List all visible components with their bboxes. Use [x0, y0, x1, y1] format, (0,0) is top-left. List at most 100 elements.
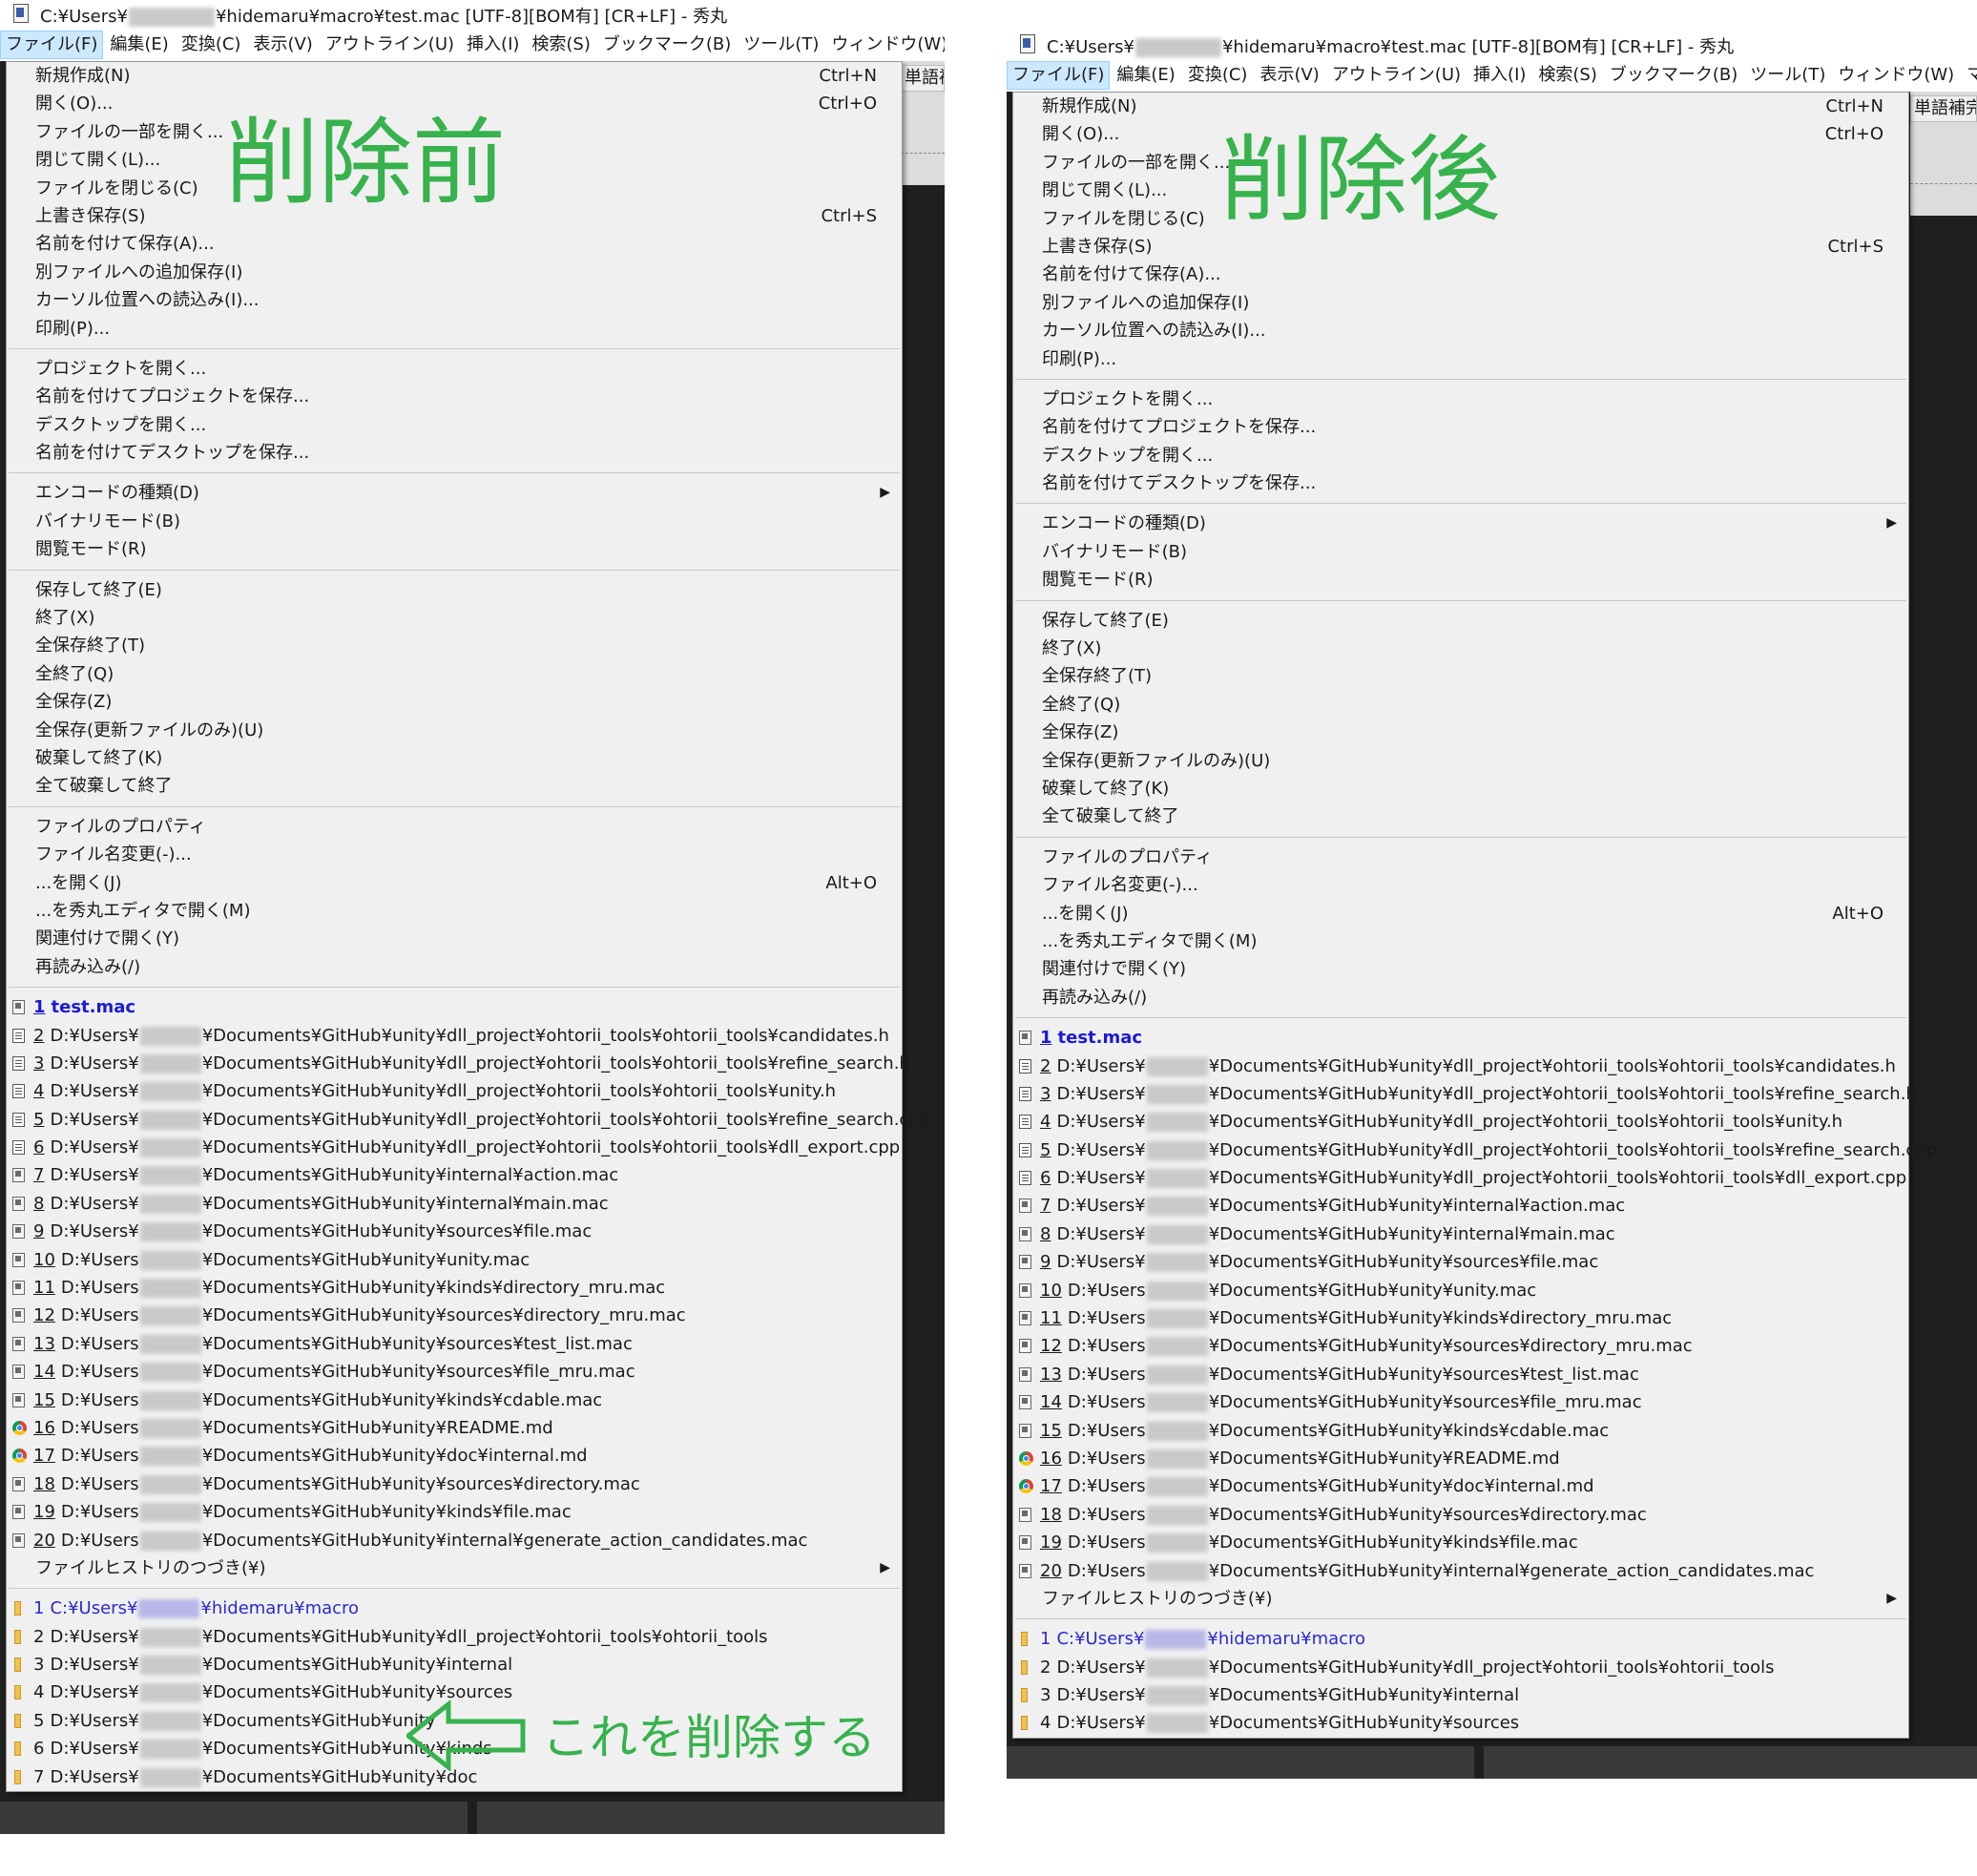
menu-item-3-1[interactable]: 終了(X) [7, 604, 902, 632]
menubar-item-5[interactable]: 挿入(I) [461, 31, 525, 59]
menubar-item-3[interactable]: 表示(V) [1254, 61, 1324, 90]
file-history-item[interactable]: 7 D:¥Users¥ ¥Documents¥GitHub¥unity¥intern… [7, 1161, 902, 1189]
menubar-item-0[interactable]: ファイル(F) [0, 31, 104, 59]
menu-item-1-2[interactable]: デスクトップを開く... [1013, 442, 1908, 469]
menu-item-4-1[interactable]: ファイル名変更(-)... [7, 841, 902, 868]
menu-item-3-5[interactable]: 全保存(更新ファイルのみ)(U) [1013, 747, 1908, 775]
menubar-item-1[interactable]: 編集(E) [1111, 61, 1180, 90]
menu-item-0-5[interactable]: 上書き保存(S) Ctrl+S [1013, 233, 1908, 261]
menu-item-4-2[interactable]: ...を開く(J) Alt+O [1013, 900, 1908, 928]
folder-history-item[interactable]: 2 D:¥Users¥ ¥Documents¥GitHub¥unity¥dll_pr… [1013, 1654, 1908, 1681]
menu-item-1-3[interactable]: 名前を付けてデスクトップを保存... [7, 439, 902, 467]
file-history-item[interactable]: 4 D:¥Users¥ ¥Documents¥GitHub¥unity¥dll_pr… [1013, 1108, 1908, 1136]
folder-history-item[interactable]: 1 C:¥Users¥ ¥hidemaru¥macro [7, 1595, 902, 1622]
menu-item-0-8[interactable]: カーソル位置への読込み(I)... [7, 286, 902, 314]
menubar-item-6[interactable]: 検索(S) [1532, 61, 1602, 90]
menu-item-4-0[interactable]: ファイルのプロパティ [7, 813, 902, 841]
menubar-item-2[interactable]: 変換(C) [176, 31, 247, 59]
menubar-item-9[interactable]: ウィンドウ(W) [825, 31, 945, 59]
file-history-item[interactable]: 9 D:¥Users¥ ¥Documents¥GitHub¥unity¥source… [7, 1218, 902, 1245]
menu-item-3-0[interactable]: 保存して終了(E) [1013, 607, 1908, 635]
file-history-item[interactable]: 12 D:¥Users ¥Documents¥GitHub¥unity¥source… [7, 1302, 902, 1329]
menubar-item-10[interactable]: マクロ(M) [1961, 61, 1977, 90]
file-history-item[interactable]: 15 D:¥Users ¥Documents¥GitHub¥unity¥kinds¥… [7, 1386, 902, 1414]
file-history-item[interactable]: 3 D:¥Users¥ ¥Documents¥GitHub¥unity¥dll_pr… [1013, 1080, 1917, 1108]
menu-item-3-5[interactable]: 全保存(更新ファイルのみ)(U) [7, 717, 902, 744]
file-history-item[interactable]: 20 D:¥Users ¥Documents¥GitHub¥unity¥intern… [7, 1527, 902, 1554]
file-history-item[interactable]: 10 D:¥Users ¥Documents¥GitHub¥unity¥unity.… [1013, 1277, 1908, 1304]
menu-item-3-7[interactable]: 全て破棄して終了 [7, 772, 902, 800]
menu-item-0-7[interactable]: 別ファイルへの追加保存(I) [7, 259, 902, 286]
menu-item-4-3[interactable]: ...を秀丸エディタで開く(M) [1013, 928, 1908, 955]
menu-item-0-8[interactable]: カーソル位置への読込み(I)... [1013, 317, 1908, 344]
file-history-item[interactable]: 6 D:¥Users¥ ¥Documents¥GitHub¥unity¥dll_pr… [1013, 1164, 1908, 1192]
menu-item-2-2[interactable]: 閲覧モード(R) [7, 535, 902, 563]
menu-item-4-2[interactable]: ...を開く(J) Alt+O [7, 869, 902, 897]
menu-item-3-4[interactable]: 全保存(Z) [1013, 719, 1908, 746]
menubar-item-3[interactable]: 表示(V) [247, 31, 318, 59]
menu-item-4-4[interactable]: 関連付けで開く(Y) [1013, 955, 1908, 983]
menu-item-2-2[interactable]: 閲覧モード(R) [1013, 566, 1908, 594]
file-history-item[interactable]: 11 D:¥Users ¥Documents¥GitHub¥unity¥kinds¥… [7, 1274, 902, 1302]
folder-history-item[interactable]: 1 C:¥Users¥ ¥hidemaru¥macro [1013, 1625, 1908, 1653]
menu-item-3-6[interactable]: 破棄して終了(K) [7, 744, 902, 772]
menu-item-3-6[interactable]: 破棄して終了(K) [1013, 775, 1908, 803]
file-history-item[interactable]: 9 D:¥Users¥ ¥Documents¥GitHub¥unity¥source… [1013, 1248, 1908, 1276]
menu-item-3-3[interactable]: 全終了(Q) [7, 660, 902, 688]
menu-item-4-5[interactable]: 再読み込み(/) [1013, 984, 1908, 1011]
file-history-item[interactable]: 18 D:¥Users ¥Documents¥GitHub¥unity¥source… [7, 1470, 902, 1498]
file-history-item[interactable]: 1 test.mac [7, 993, 902, 1021]
menu-item-1-0[interactable]: プロジェクトを開く... [7, 355, 902, 383]
file-history-item[interactable]: 19 D:¥Users ¥Documents¥GitHub¥unity¥kinds¥… [1013, 1529, 1908, 1556]
file-history-item[interactable]: 11 D:¥Users ¥Documents¥GitHub¥unity¥kinds¥… [1013, 1304, 1908, 1332]
menu-item-2-0[interactable]: エンコードの種類(D) ▶ [7, 479, 902, 507]
menu-item-1-3[interactable]: 名前を付けてデスクトップを保存... [1013, 469, 1908, 497]
menu-item-1-1[interactable]: 名前を付けてプロジェクトを保存... [7, 383, 902, 410]
file-history-item[interactable]: 17 D:¥Users ¥Documents¥GitHub¥unity¥doc¥in… [7, 1442, 902, 1470]
file-history-item[interactable]: 17 D:¥Users ¥Documents¥GitHub¥unity¥doc¥in… [1013, 1472, 1908, 1500]
file-history-item[interactable]: 5 D:¥Users¥ ¥Documents¥GitHub¥unity¥dll_pr… [7, 1106, 930, 1134]
file-history-item[interactable]: 15 D:¥Users ¥Documents¥GitHub¥unity¥kinds¥… [1013, 1417, 1908, 1445]
file-history-item[interactable]: 13 D:¥Users ¥Documents¥GitHub¥unity¥source… [7, 1330, 902, 1358]
menu-item-4-3[interactable]: ...を秀丸エディタで開く(M) [7, 897, 902, 925]
file-history-item[interactable]: 13 D:¥Users ¥Documents¥GitHub¥unity¥source… [1013, 1361, 1908, 1388]
file-history-item[interactable]: 4 D:¥Users¥ ¥Documents¥GitHub¥unity¥dll_pr… [7, 1077, 902, 1105]
file-history-item[interactable]: 2 D:¥Users¥ ¥Documents¥GitHub¥unity¥dll_pr… [1013, 1053, 1908, 1080]
menu-item-3-7[interactable]: 全て破棄して終了 [1013, 803, 1908, 830]
menu-item-4-5[interactable]: 再読み込み(/) [7, 953, 902, 981]
file-history-item[interactable]: 19 D:¥Users ¥Documents¥GitHub¥unity¥kinds¥… [7, 1498, 902, 1526]
menu-item-0-6[interactable]: 名前を付けて保存(A)... [1013, 261, 1908, 288]
menubar-item-0[interactable]: ファイル(F) [1007, 61, 1111, 90]
menubar-item-9[interactable]: ウィンドウ(W) [1832, 61, 1960, 90]
file-history-item[interactable]: 2 D:¥Users¥ ¥Documents¥GitHub¥unity¥dll_pr… [7, 1022, 902, 1050]
menu-item-1-0[interactable]: プロジェクトを開く... [1013, 386, 1908, 413]
menu-item-1-2[interactable]: デスクトップを開く... [7, 411, 902, 439]
menu-item-3-2[interactable]: 全保存終了(T) [1013, 662, 1908, 690]
menu-item-0-0[interactable]: 新規作成(N) Ctrl+N [1013, 93, 1908, 120]
file-history-item[interactable]: 14 D:¥Users ¥Documents¥GitHub¥unity¥source… [1013, 1388, 1908, 1416]
menu-item-3-2[interactable]: 全保存終了(T) [7, 632, 902, 659]
file-history-item[interactable]: 8 D:¥Users¥ ¥Documents¥GitHub¥unity¥intern… [1013, 1220, 1908, 1248]
file-history-item[interactable]: 20 D:¥Users ¥Documents¥GitHub¥unity¥intern… [1013, 1557, 1908, 1585]
menu-item-3-1[interactable]: 終了(X) [1013, 635, 1908, 662]
menu-item-4-4[interactable]: 関連付けで開く(Y) [7, 925, 902, 952]
menu-item-0-6[interactable]: 名前を付けて保存(A)... [7, 230, 902, 258]
file-history-item[interactable]: 6 D:¥Users¥ ¥Documents¥GitHub¥unity¥dll_pr… [7, 1134, 902, 1161]
menubar-item-1[interactable]: 編集(E) [104, 31, 174, 59]
file-history-item[interactable]: 3 D:¥Users¥ ¥Documents¥GitHub¥unity¥dll_pr… [7, 1050, 910, 1077]
menu-item-0-0[interactable]: 新規作成(N) Ctrl+N [7, 62, 902, 90]
menubar-item-4[interactable]: アウトライン(U) [320, 31, 460, 59]
menu-item-4-1[interactable]: ファイル名変更(-)... [1013, 871, 1908, 899]
menu-item-4-0[interactable]: ファイルのプロパティ [1013, 844, 1908, 871]
menu-item-0-9[interactable]: 印刷(P)... [1013, 345, 1908, 373]
file-history-item[interactable]: 1 test.mac [1013, 1024, 1908, 1052]
menubar-item-7[interactable]: ブックマーク(B) [1604, 61, 1743, 90]
menu-item-0-7[interactable]: 別ファイルへの追加保存(I) [1013, 289, 1908, 317]
menubar-item-6[interactable]: 検索(S) [526, 31, 595, 59]
file-history-item[interactable]: 16 D:¥Users ¥Documents¥GitHub¥unity¥README… [7, 1414, 902, 1442]
completion-toolbar-button[interactable]: 単語補完 [1910, 95, 1977, 122]
file-history-item[interactable]: 14 D:¥Users ¥Documents¥GitHub¥unity¥source… [7, 1358, 902, 1386]
file-history-item[interactable]: 16 D:¥Users ¥Documents¥GitHub¥unity¥README… [1013, 1445, 1908, 1472]
menubar-item-8[interactable]: ツール(T) [738, 31, 824, 59]
menu-item-3-3[interactable]: 全終了(Q) [1013, 691, 1908, 719]
